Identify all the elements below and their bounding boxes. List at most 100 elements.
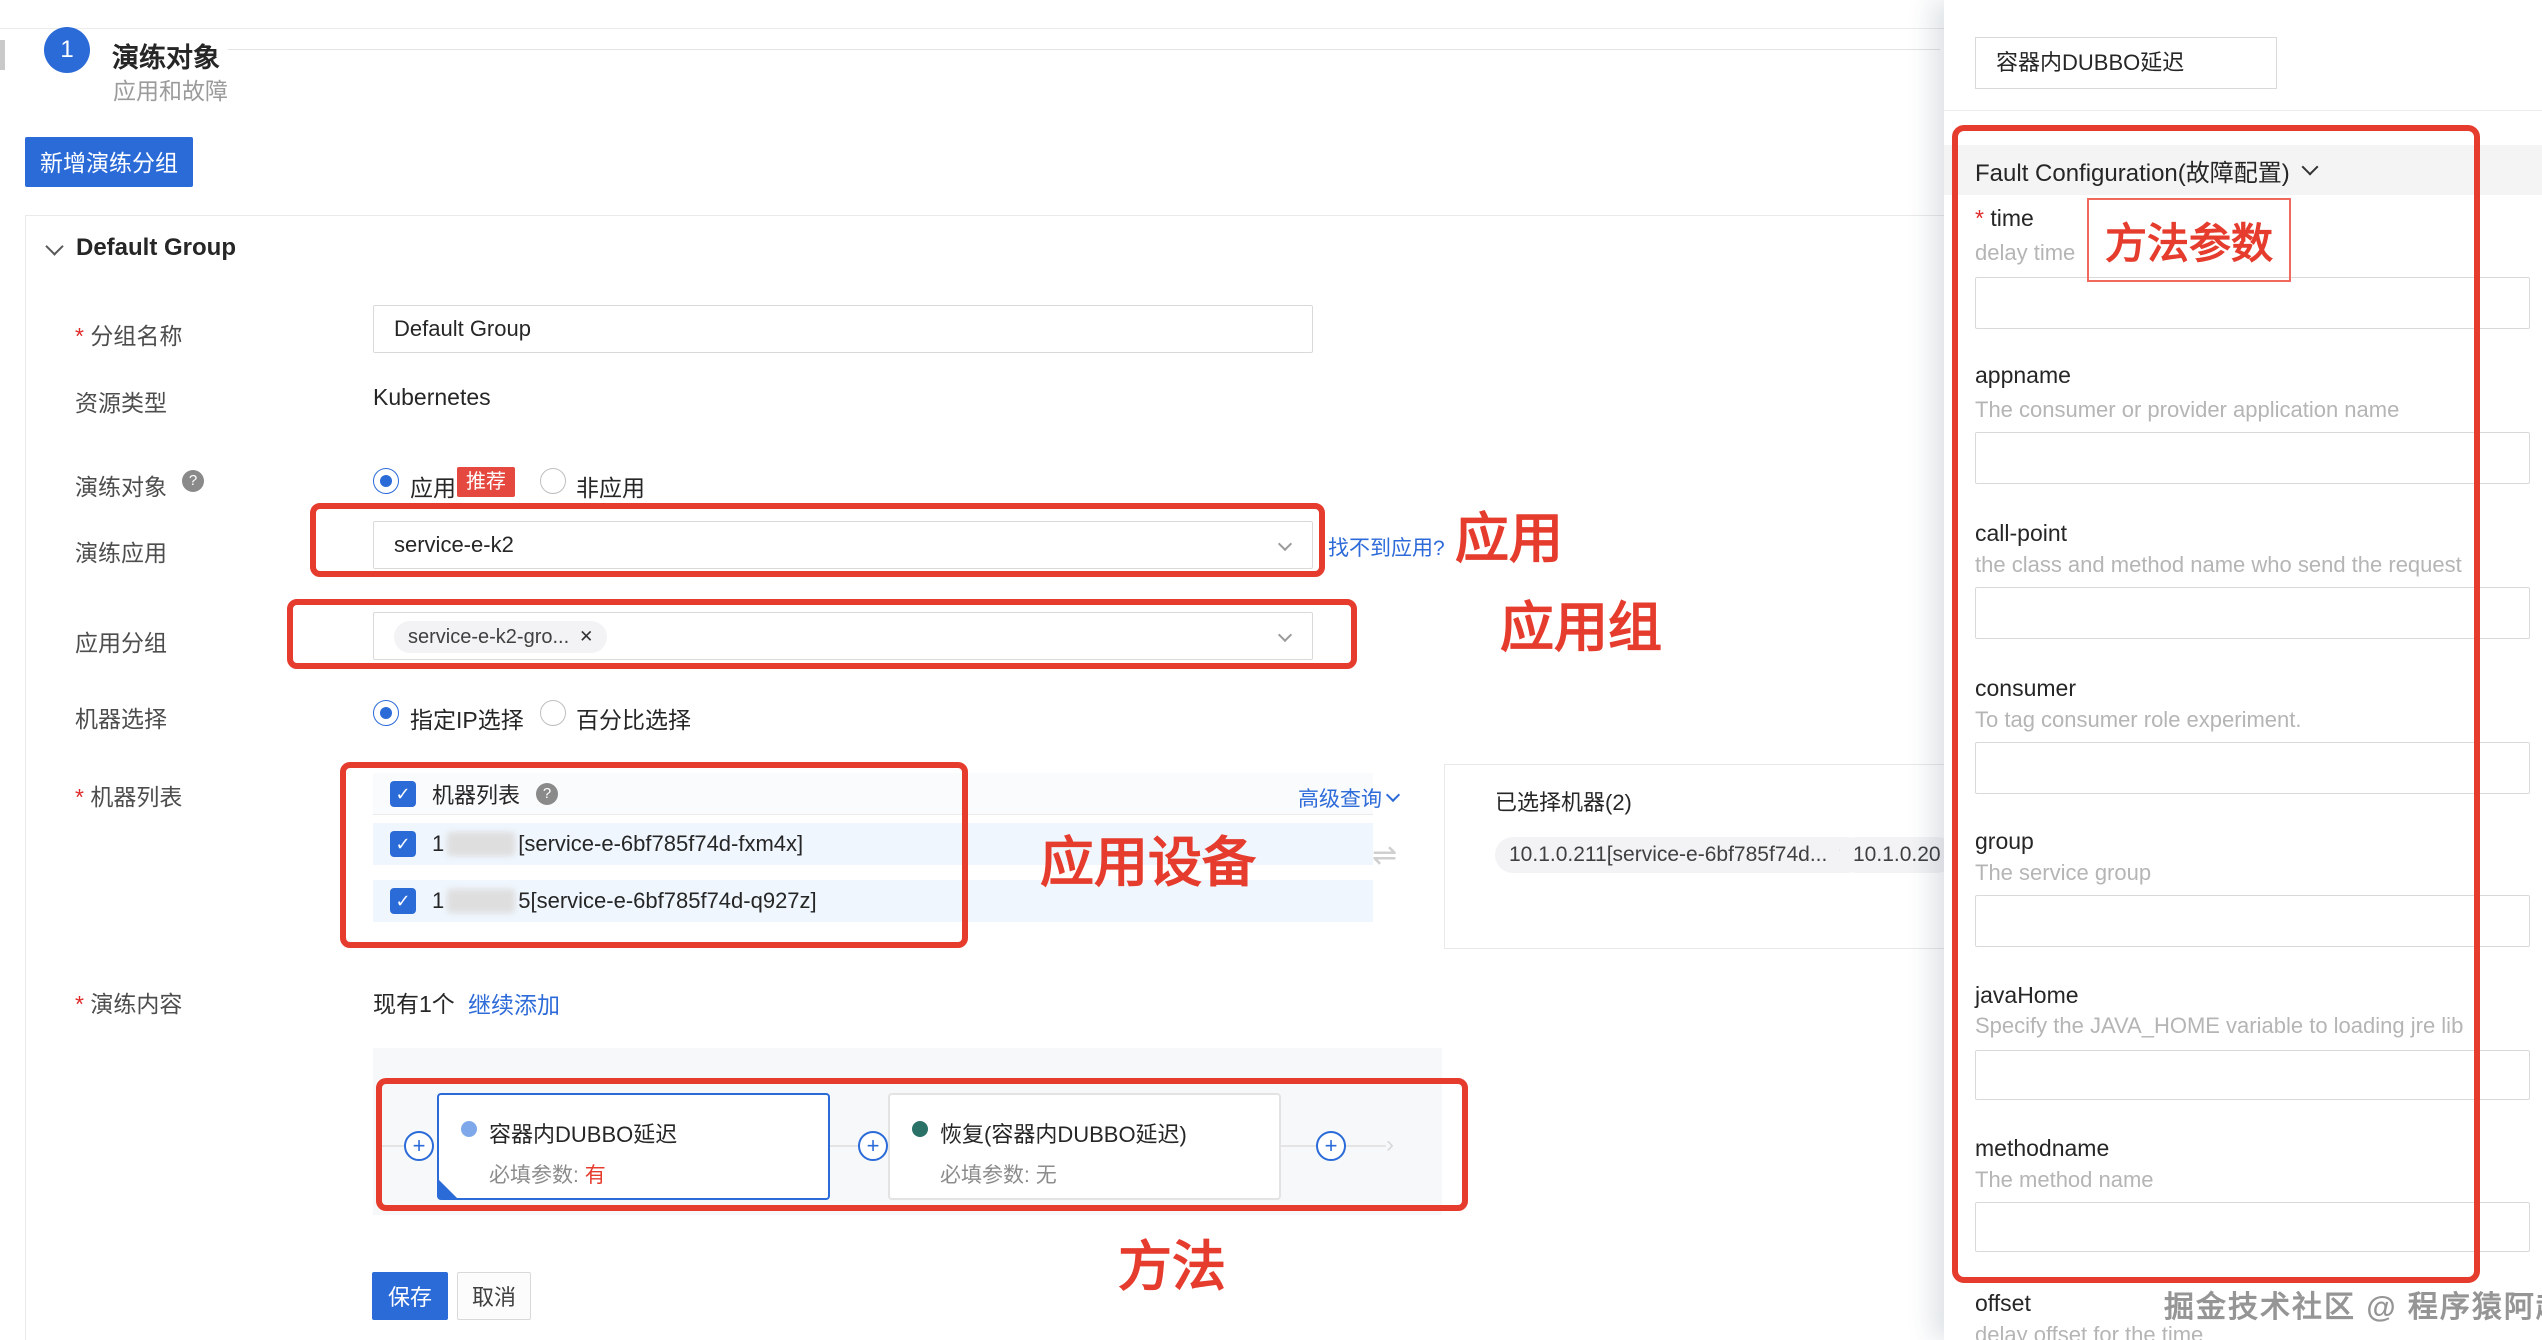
field-group-desc: The service group (1975, 860, 2151, 886)
add-drill-group-button[interactable]: 新增演练分组 (25, 137, 193, 187)
machine-list-label: 机器列表 (75, 778, 182, 812)
selected-machine-tag: 10.1.0.211[service-e-6bf785f74d... ✕ (1495, 837, 1866, 873)
fault-node-card[interactable]: 容器内DUBBO延迟 必填参数: 有 (437, 1093, 830, 1200)
blurred-ip (447, 889, 515, 913)
drawer-divider (1944, 110, 2542, 111)
radio-percent-select[interactable] (540, 700, 566, 726)
field-offset-label: offset (1975, 1290, 2031, 1317)
annotation-method-params: 方法参数 (2105, 210, 2273, 271)
drill-content-label: 演练内容 (75, 985, 182, 1019)
add-node-button[interactable]: + (858, 1131, 888, 1161)
field-call-point-desc: the class and method name who send the r… (1975, 552, 2462, 578)
machine-table-header-label: 机器列表 (432, 778, 520, 810)
annotation-box-method-params: 方法参数 (2087, 198, 2291, 282)
field-consumer-label: consumer (1975, 675, 2076, 702)
step-subtitle: 应用和故障 (113, 72, 228, 106)
drill-target-label: 演练对象 (75, 468, 167, 502)
field-javahome-desc: Specify the JAVA_HOME variable to loadin… (1975, 1013, 2463, 1039)
flow-arrow-icon: › (1386, 1131, 1394, 1159)
drill-app-value: service-e-k2 (374, 522, 1312, 568)
recover-node-title: 恢复(容器内DUBBO延迟) (940, 1117, 1187, 1149)
flow-line (376, 1145, 404, 1147)
drill-app-select[interactable]: service-e-k2 (373, 521, 1313, 569)
node-status-dot (912, 1121, 928, 1137)
field-group-input[interactable] (1975, 895, 2530, 947)
field-group-label: group (1975, 828, 2034, 855)
field-time-label: time (1975, 205, 2034, 232)
app-group-select[interactable]: service-e-k2-gro... ✕ (373, 612, 1313, 660)
drill-app-label: 演练应用 (75, 534, 167, 568)
field-methodname-input[interactable] (1975, 1202, 2530, 1252)
radio-ip-select[interactable] (373, 700, 399, 726)
fault-config-section-title: Fault Configuration(故障配置) (1975, 153, 2290, 188)
flow-line (1346, 1145, 1386, 1147)
machine-checkbox[interactable]: ✓ (390, 888, 416, 914)
flow-line (830, 1145, 858, 1147)
select-all-checkbox[interactable]: ✓ (390, 781, 416, 807)
recommended-badge: 推荐 (457, 467, 515, 497)
field-call-point-label: call-point (1975, 520, 2067, 547)
chevron-down-icon (1278, 628, 1292, 642)
transfer-icon: ⇌ (1372, 838, 1397, 873)
resource-type-label: 资源类型 (75, 384, 167, 418)
chevron-down-icon (2301, 159, 2318, 176)
cannot-find-app-link[interactable]: 找不到应用? (1328, 532, 1445, 562)
resource-type-value: Kubernetes (373, 384, 491, 411)
app-group-tag: service-e-k2-gro... ✕ (394, 621, 607, 653)
save-button[interactable]: 保存 (372, 1272, 448, 1320)
blurred-ip (447, 832, 515, 856)
selected-machine-tag: 10.1.0.20 (1839, 837, 1955, 873)
field-consumer-input[interactable] (1975, 742, 2530, 794)
recover-node-param: 必填参数: 无 (940, 1159, 1057, 1189)
step-title: 演练对象 (112, 36, 220, 75)
annotation-app-group: 应用组 (1500, 583, 1662, 662)
field-appname-desc: The consumer or provider application nam… (1975, 397, 2399, 423)
add-node-button[interactable]: + (404, 1131, 434, 1161)
machine-table-header: ✓ 机器列表 ? (373, 773, 1373, 815)
chaos-drill-edit-page: 1 演练对象 应用和故障 新增演练分组 Default Group 分组名称 D… (0, 0, 2542, 1340)
field-appname-input[interactable] (1975, 432, 2530, 484)
selected-machines-title: 已选择机器(2) (1495, 785, 1632, 817)
flow-line (1281, 1145, 1316, 1147)
machine-list-help-icon[interactable]: ? (536, 783, 558, 805)
machine-checkbox[interactable]: ✓ (390, 831, 416, 857)
field-consumer-desc: To tag consumer role experiment. (1975, 707, 2302, 733)
radio-non-app-label[interactable]: 非应用 (576, 469, 645, 503)
field-time-desc: delay time (1975, 240, 2075, 266)
machine-mode-label: 机器选择 (75, 700, 167, 734)
field-call-point-input[interactable] (1975, 587, 2530, 639)
radio-non-app[interactable] (540, 468, 566, 494)
drill-target-help-icon[interactable]: ? (182, 470, 204, 492)
fault-config-drawer: 容器内DUBBO延迟 Fault Configuration(故障配置) tim… (1944, 0, 2542, 1340)
node-status-dot (461, 1121, 477, 1137)
radio-percent-select-label[interactable]: 百分比选择 (576, 701, 691, 735)
field-methodname-desc: The method name (1975, 1167, 2154, 1193)
fault-node-param: 必填参数: 有 (489, 1159, 606, 1189)
field-javahome-label: javaHome (1975, 982, 2079, 1009)
group-title: Default Group (76, 234, 236, 262)
radio-app-label[interactable]: 应用 (410, 469, 456, 503)
recover-node-card[interactable]: 恢复(容器内DUBBO延迟) 必填参数: 无 (888, 1093, 1281, 1200)
radio-app[interactable] (373, 468, 399, 494)
group-name-label: 分组名称 (75, 317, 182, 351)
step-connector-line (228, 49, 1940, 50)
fault-config-section-header[interactable]: Fault Configuration(故障配置) (1944, 145, 2542, 195)
annotation-app-devices: 应用设备 (1040, 818, 1256, 897)
left-edge-notch (0, 40, 5, 70)
machine-row-text: 1[service-e-6bf785f74d-fxm4x] (432, 831, 803, 857)
add-node-button[interactable]: + (1316, 1131, 1346, 1161)
drill-content-count: 现有1个 (373, 985, 455, 1019)
watermark: 掘金技术社区 @ 程序猿阿越 (2164, 1282, 2542, 1326)
app-group-tag-text: service-e-k2-gro... (408, 621, 569, 653)
close-icon[interactable]: ✕ (579, 621, 593, 653)
annotation-app: 应用 (1455, 494, 1563, 573)
field-javahome-input[interactable] (1975, 1050, 2530, 1100)
advanced-query-link[interactable]: 高级查询 (1298, 783, 1382, 813)
field-time-input[interactable] (1975, 277, 2530, 329)
annotation-method: 方法 (1118, 1222, 1226, 1301)
fault-node-title: 容器内DUBBO延迟 (489, 1117, 677, 1149)
group-name-input[interactable]: Default Group (373, 305, 1313, 353)
radio-ip-select-label[interactable]: 指定IP选择 (410, 701, 524, 735)
add-more-link[interactable]: 继续添加 (468, 986, 560, 1020)
cancel-button[interactable]: 取消 (457, 1272, 531, 1320)
